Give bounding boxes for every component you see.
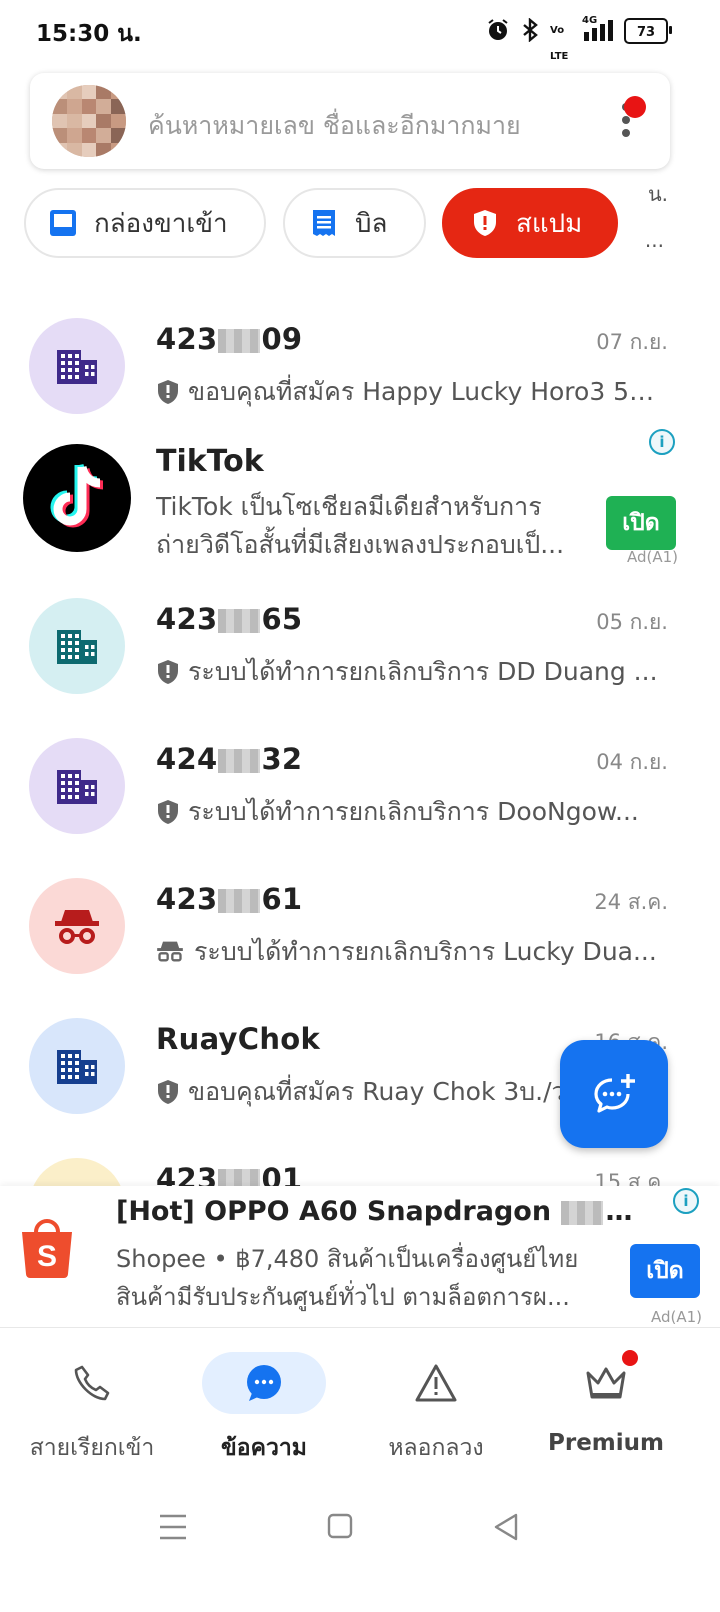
status-bar: 15:30 น. Vo LTE 4G 73 (0, 0, 720, 66)
chip-bill[interactable]: บิล (283, 188, 426, 258)
ad-title: [Hot] OPPO A60 Snapdragon |... (116, 1196, 636, 1227)
ad-description-line1: TikTok เป็นโซเชียลมีเดียสำหรับการ (156, 492, 542, 521)
building-avatar-icon (29, 738, 125, 834)
message-preview: ขอบคุณที่สมัคร Happy Lucky Horo3 5บ... (156, 372, 666, 412)
ad-label: Ad(A1) (627, 548, 679, 566)
recents-menu-icon[interactable] (156, 1512, 196, 1552)
message-date: 07 ก.ย. (596, 330, 668, 354)
ad-info-icon[interactable]: i (649, 429, 675, 455)
shopee-ad[interactable]: S [Hot] OPPO A60 Snapdragon |... Shopee … (0, 1186, 720, 1328)
signal-icon: 4G (582, 15, 614, 44)
filter-chips: กล่องขาเข้า บิล สแปม (24, 188, 720, 258)
crown-icon (544, 1352, 668, 1414)
shield-icon (156, 799, 180, 825)
message-preview: ระบบได้ทำการยกเลิกบริการ DD Duang ... (156, 652, 666, 692)
shield-alert-icon (470, 208, 500, 238)
message-row[interactable]: 423 61 24 ส.ค. ระบบได้ทำการยกเลิกบริการ Luc… (0, 850, 720, 990)
message-row[interactable]: 423 09 07 ก.ย. ขอบคุณที่สมัคร Happy Lucky H… (0, 290, 720, 430)
chip-bill-label: บิล (355, 208, 388, 239)
nav-calls-label: สายเรียกเข้า (29, 1435, 155, 1461)
battery-icon: 73 (624, 18, 672, 44)
alarm-icon (486, 18, 510, 44)
nav-premium-label: Premium (548, 1430, 664, 1456)
nav-scam[interactable]: หลอกลวง (346, 1328, 526, 1484)
search-bar[interactable]: ค้นหาหมายเลข ชื่อและอีกมากมาย (30, 73, 670, 169)
new-message-button[interactable] (560, 1040, 668, 1148)
building-avatar-icon (29, 1018, 125, 1114)
tiktok-open-button[interactable]: เปิด (606, 496, 676, 550)
inbox-icon (48, 208, 78, 238)
shield-icon (156, 379, 180, 405)
tiktok-logo-icon (23, 444, 131, 552)
chat-add-icon (594, 1074, 635, 1113)
message-date: 04 ก.ย. (596, 750, 668, 774)
redacted-digits (218, 749, 261, 773)
sender-name: 424 32 (156, 742, 303, 776)
status-time: 15:30 น. (36, 21, 142, 47)
ad-app-name: TikTok (156, 444, 264, 479)
premium-badge (622, 1350, 638, 1366)
warning-icon (374, 1352, 498, 1414)
sender-name: 423 65 (156, 602, 303, 636)
redacted-digits (218, 329, 261, 353)
profile-avatar[interactable] (52, 85, 126, 157)
network-type: 4G (582, 15, 598, 26)
redacted-digits (218, 609, 261, 633)
chip-spam-label: สแปม (516, 208, 583, 239)
spy-icon (156, 939, 184, 965)
chat-icon (202, 1352, 326, 1414)
ad-description-line2: ถ่ายวิดีโอสั้นที่มีเสียงเพลงประกอบเป็... (156, 530, 565, 559)
message-row[interactable]: 424 32 04 ก.ย. ระบบได้ทำการยกเลิกบริการ Doo… (0, 710, 720, 850)
chip-inbox[interactable]: กล่องขาเข้า (24, 188, 266, 258)
nav-scam-label: หลอกลวง (388, 1435, 484, 1461)
message-date: 05 ก.ย. (596, 610, 668, 634)
pixelated-text (561, 1200, 604, 1225)
bill-icon (309, 208, 339, 238)
sender-name: RuayChok (156, 1022, 321, 1056)
message-preview: ระบบได้ทำการยกเลิกบริการ Lucky Dua... (156, 932, 666, 972)
building-avatar-icon (29, 598, 125, 694)
message-date: 24 ส.ค. (594, 890, 668, 914)
shield-icon (156, 659, 180, 685)
nav-messages[interactable]: ข้อความ (174, 1328, 354, 1484)
spy-avatar-icon (29, 878, 125, 974)
status-icons: Vo LTE 4G 73 (486, 15, 672, 62)
phone-icon (30, 1352, 154, 1414)
shopee-logo-icon: S (18, 1216, 76, 1278)
svg-text:S: S (37, 1240, 57, 1273)
search-input[interactable]: ค้นหาหมายเลข ชื่อและอีกมากมาย (148, 106, 521, 146)
home-square-icon[interactable] (326, 1512, 366, 1552)
chip-spam[interactable]: สแปม (442, 188, 618, 258)
redacted-digits (218, 889, 261, 913)
ad-description: Shopee • ฿7,480 สินค้าเป็นเครื่องศูนย์ไท… (116, 1240, 616, 1316)
bluetooth-icon (520, 17, 540, 44)
back-triangle-icon[interactable] (492, 1512, 532, 1552)
ad-description-line2: สินค้ามีรับประกันศูนย์ทั่วไป ตามล็อตการผ… (116, 1283, 570, 1311)
sender-name: 423 61 (156, 882, 303, 916)
system-nav (0, 1484, 720, 1612)
shield-icon (156, 1079, 180, 1105)
ad-description: TikTok เป็นโซเชียลมีเดียสำหรับการ ถ่ายวิ… (156, 488, 596, 564)
notification-badge (624, 96, 646, 118)
sender-name: 423 09 (156, 322, 303, 356)
tiktok-ad[interactable]: TikTok TikTok เป็นโซเชียลมีเดียสำหรับการ… (0, 429, 720, 580)
nav-calls[interactable]: สายเรียกเข้า (2, 1328, 182, 1484)
ad-label: Ad(A1) (651, 1308, 703, 1326)
message-preview: ระบบได้ทำการยกเลิกบริการ DooNgow... (156, 792, 666, 832)
shopee-open-button[interactable]: เปิด (630, 1244, 700, 1298)
building-avatar-icon (29, 318, 125, 414)
nav-messages-label: ข้อความ (221, 1435, 307, 1461)
ad-description-line1: Shopee • ฿7,480 สินค้าเป็นเครื่องศูนย์ไท… (116, 1245, 579, 1273)
nav-premium[interactable]: Premium (516, 1328, 696, 1484)
message-row[interactable]: 423 65 05 ก.ย. ระบบได้ทำการยกเลิกบริการ DD … (0, 570, 720, 710)
bottom-nav: สายเรียกเข้า ข้อความ หลอกลวง Premium (0, 1328, 720, 1484)
volte-icon: Vo LTE (550, 25, 569, 62)
chip-inbox-label: กล่องขาเข้า (94, 208, 228, 239)
ad-info-icon[interactable]: i (673, 1188, 699, 1214)
